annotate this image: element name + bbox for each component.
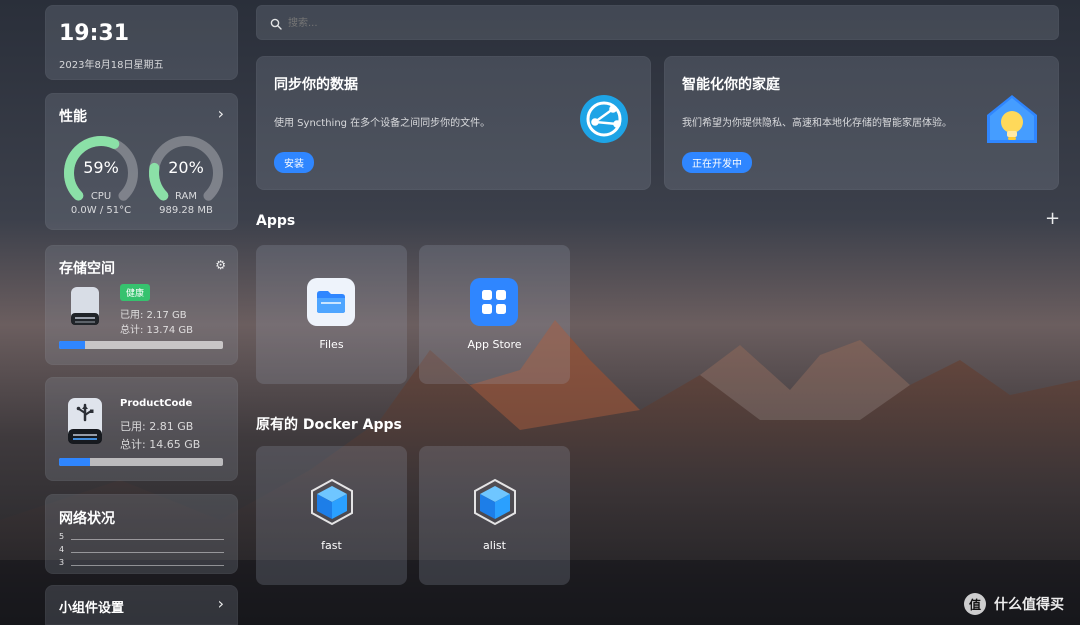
cube-icon	[311, 478, 353, 526]
add-app-button[interactable]: +	[1045, 208, 1060, 229]
network-widget: 网络状况 5 4 3	[45, 494, 238, 574]
usb-widget: ProductCode 已用: 2.81 GB 总计: 14.65 GB	[45, 377, 238, 481]
watermark: 值 什么值得买	[964, 593, 1064, 615]
promo-card-smart-home[interactable]: 智能化你的家庭 我们希望为你提供隐私、高速和本地化存储的智能家居体验。 正在开发…	[664, 56, 1059, 190]
usb-usage-fill	[59, 458, 91, 466]
widget-settings[interactable]: 小组件设置 ›	[45, 585, 238, 625]
widget-settings-title: 小组件设置	[59, 601, 125, 616]
promo-home-dev-button[interactable]: 正在开发中	[682, 152, 752, 173]
cpu-percent: 59%	[83, 158, 119, 177]
docker-tile-fast[interactable]: fast	[256, 446, 407, 585]
watermark-logo-icon: 值	[964, 593, 986, 615]
storage-title: 存储空间	[59, 261, 115, 277]
app-tile-files[interactable]: Files	[256, 245, 407, 384]
usb-usage-bar	[59, 458, 223, 466]
usb-drive-icon	[68, 398, 102, 444]
docker-section-title: 原有的 Docker Apps	[256, 417, 402, 433]
storage-widget: 存储空间 ⚙ 健康 已用: 2.17 GB 总计: 13.74 GB	[45, 245, 238, 365]
docker-alist-label: alist	[483, 539, 506, 552]
storage-used: 已用: 2.17 GB	[120, 310, 187, 321]
files-app-icon	[307, 278, 355, 326]
watermark-text: 什么值得买	[994, 597, 1064, 613]
network-chart: 5 4 3	[59, 532, 224, 568]
promo-card-sync[interactable]: 同步你的数据 使用 Syncthing 在多个设备之间同步你的文件。 安装	[256, 56, 651, 190]
cpu-label: CPU	[90, 191, 112, 202]
storage-total: 总计: 13.74 GB	[120, 325, 193, 336]
ram-label: RAM	[174, 191, 197, 202]
promo-home-desc: 我们希望为你提供隐私、高速和本地化存储的智能家居体验。	[682, 118, 952, 129]
promo-sync-title: 同步你的数据	[274, 77, 358, 93]
syncthing-icon	[580, 95, 628, 143]
search-input[interactable]	[286, 12, 1030, 34]
usb-total: 总计: 14.65 GB	[120, 438, 201, 451]
performance-chevron-icon[interactable]: ›	[218, 104, 224, 123]
network-tick-3: 3	[59, 558, 65, 567]
apps-section-title: Apps	[256, 213, 296, 229]
cube-icon	[474, 478, 516, 526]
ram-detail: 989.28 MB	[159, 205, 213, 216]
docker-tile-alist[interactable]: alist	[419, 446, 570, 585]
network-gridline-5	[71, 539, 224, 540]
disk-icon	[71, 287, 99, 325]
clock-date: 2023年8月18日星期五	[59, 60, 164, 71]
search-bar[interactable]	[256, 5, 1059, 40]
storage-health-badge: 健康	[120, 284, 151, 301]
promo-sync-install-button[interactable]: 安装	[274, 152, 314, 173]
storage-settings-gear-icon[interactable]: ⚙	[215, 258, 226, 272]
storage-usage-bar	[59, 341, 223, 349]
cpu-detail: 0.0W / 51°C	[70, 205, 132, 216]
ram-percent: 20%	[168, 158, 204, 177]
app-store-label: App Store	[467, 338, 522, 351]
app-store-icon	[470, 278, 518, 326]
network-gridline-3	[71, 565, 224, 566]
widget-settings-chevron-icon[interactable]: ›	[218, 594, 224, 613]
smart-home-icon	[987, 95, 1037, 143]
storage-usage-fill	[59, 341, 86, 349]
clock-widget: 19:31 2023年8月18日星期五	[45, 5, 238, 80]
network-gridline-4	[71, 552, 224, 553]
network-tick-5: 5	[59, 532, 65, 541]
performance-widget[interactable]: 性能 › 59% CPU 0.0W / 51°C 20% RAM 989.28 …	[45, 93, 238, 230]
network-tick-4: 4	[59, 545, 65, 554]
promo-home-title: 智能化你的家庭	[682, 77, 780, 93]
app-tile-app-store[interactable]: App Store	[419, 245, 570, 384]
search-icon	[270, 15, 282, 30]
performance-title: 性能	[59, 109, 87, 125]
clock-time: 19:31	[59, 21, 130, 46]
files-app-label: Files	[319, 338, 344, 351]
usb-name: ProductCode	[120, 398, 193, 409]
usb-used: 已用: 2.81 GB	[120, 420, 194, 433]
docker-fast-label: fast	[321, 539, 342, 552]
promo-sync-desc: 使用 Syncthing 在多个设备之间同步你的文件。	[274, 118, 491, 129]
network-title: 网络状况	[59, 511, 115, 527]
